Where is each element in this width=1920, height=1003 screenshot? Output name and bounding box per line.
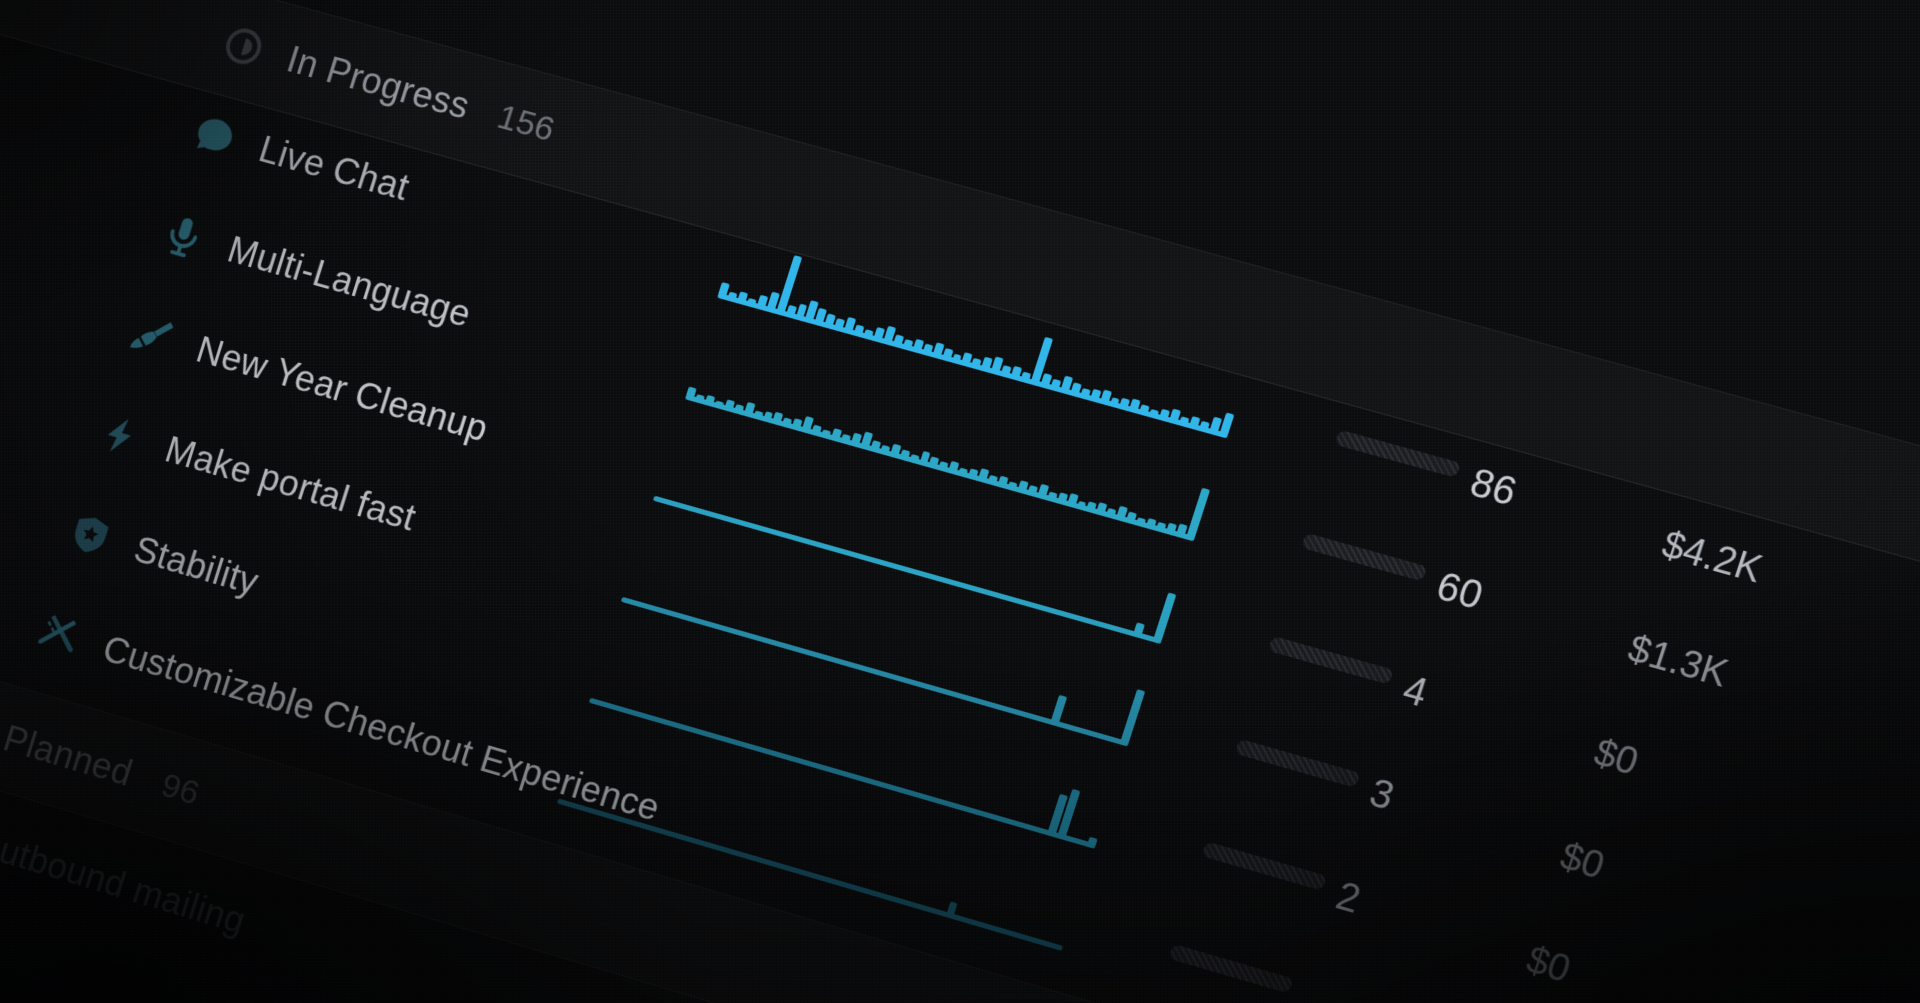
section-title: Planned <box>0 717 137 794</box>
votes-bar <box>1335 430 1462 478</box>
lightning-icon <box>94 409 149 463</box>
broom-icon <box>125 309 180 363</box>
votes-bar <box>1168 944 1293 994</box>
votes-count: 4 <box>1397 668 1432 717</box>
votes-count: 2 <box>1330 874 1365 923</box>
revenue-value: $1.3K <box>1623 627 1734 696</box>
revenue-value: $4.2K <box>1657 523 1768 592</box>
votes-bar <box>1235 739 1361 788</box>
shield-star-icon <box>63 508 117 562</box>
feature-title: Live Chat <box>254 128 414 209</box>
chat-bubble-icon <box>187 109 242 163</box>
section-count: 96 <box>157 765 204 813</box>
microphone-icon <box>156 209 211 263</box>
votes-bar <box>1268 636 1394 685</box>
ruler-pencil-icon <box>32 608 86 662</box>
votes-bar <box>1201 841 1327 891</box>
votes-count: 3 <box>1364 771 1399 820</box>
votes-bar <box>1301 533 1427 582</box>
roadmap-screenshot: In Progress 156 Live Chat86$4.2KMulti-La… <box>0 0 1920 1003</box>
votes-count: 60 <box>1431 564 1488 619</box>
votes-count: 86 <box>1465 461 1522 516</box>
roadmap-board: In Progress 156 Live Chat86$4.2KMulti-La… <box>0 0 1920 1003</box>
revenue-value: $0 <box>1589 731 1644 785</box>
revenue-value: $0 <box>1555 835 1610 889</box>
feature-title: Stability <box>129 528 263 603</box>
revenue-value: $0 <box>1521 938 1576 992</box>
